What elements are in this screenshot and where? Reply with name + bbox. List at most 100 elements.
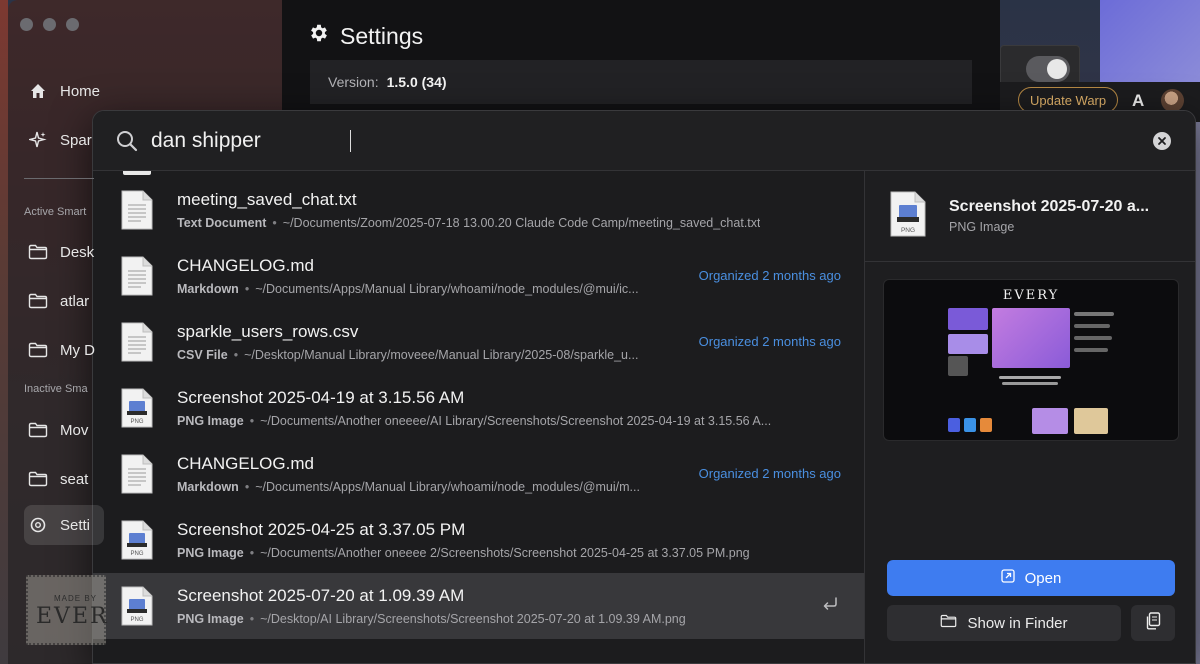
result-meta: CSV File • ~/Desktop/Manual Library/moveee… bbox=[177, 348, 638, 362]
result-meta: PNG Image • ~/Documents/Another oneeee 2/S… bbox=[177, 546, 750, 560]
svg-text:PNG: PNG bbox=[130, 617, 143, 623]
copy-file-button[interactable] bbox=[1131, 605, 1175, 641]
sidebar-section-active: Active Smart bbox=[24, 206, 87, 218]
svg-text:PNG: PNG bbox=[901, 227, 915, 234]
preview-thumbnail[interactable]: EVERY bbox=[883, 279, 1179, 441]
thumbnail-text bbox=[1074, 312, 1114, 316]
sidebar-item-folder[interactable]: Mov bbox=[28, 420, 88, 440]
result-path: ~/Documents/Apps/Manual Library/whoami/n… bbox=[255, 480, 640, 494]
show-in-finder-button[interactable]: Show in Finder bbox=[887, 605, 1121, 641]
thumbnail-card bbox=[948, 308, 988, 330]
separator-dot: • bbox=[249, 546, 255, 560]
list-item[interactable]: PNG Screenshot 2025-04-25 at 3.37.05 PM PN… bbox=[93, 507, 864, 573]
svg-text:PNG: PNG bbox=[130, 419, 143, 425]
result-name: CHANGELOG.md bbox=[177, 256, 314, 275]
clear-search-button[interactable] bbox=[1153, 132, 1171, 150]
settings-title: Settings bbox=[308, 22, 423, 50]
minimize-window-button[interactable] bbox=[43, 18, 56, 31]
separator-dot: • bbox=[233, 348, 239, 362]
result-type: Markdown bbox=[177, 282, 239, 296]
sparkle-icon bbox=[28, 130, 48, 150]
close-icon bbox=[1158, 137, 1166, 145]
sidebar-section-inactive: Inactive Sma bbox=[24, 383, 88, 395]
thumbnail-text bbox=[1074, 336, 1112, 340]
result-meta: Markdown • ~/Documents/Apps/Manual Library… bbox=[177, 480, 640, 494]
every-logo: EVER bbox=[36, 604, 109, 629]
sidebar-item-label: Home bbox=[60, 82, 101, 100]
list-item[interactable]: PNG Screenshot 2025-04-19 at 3.15.56 AM PN… bbox=[93, 375, 864, 441]
sidebar-item-label: Mov bbox=[60, 421, 89, 439]
search-icon bbox=[115, 129, 139, 153]
svg-text:PNG: PNG bbox=[130, 551, 143, 557]
zoom-window-button[interactable] bbox=[66, 18, 79, 31]
result-path: ~/Documents/Apps/Manual Library/whoami/n… bbox=[255, 282, 639, 296]
folder-icon bbox=[28, 340, 48, 360]
thumbnail-card bbox=[948, 418, 960, 432]
document-icon bbox=[121, 322, 153, 362]
sidebar-item-folder[interactable]: Desk bbox=[28, 242, 94, 262]
desktop-background bbox=[1100, 0, 1200, 82]
result-meta: PNG Image • ~/Desktop/AI Library/Screensho… bbox=[177, 612, 686, 626]
organized-tag: Organized 2 months ago bbox=[698, 466, 841, 481]
list-item[interactable]: sparkle_users_rows.csv CSV File • ~/Desktop… bbox=[93, 309, 864, 375]
result-path: ~/Documents/Another oneeee 2/Screenshots… bbox=[260, 546, 750, 560]
list-item[interactable]: CHANGELOG.md Markdown • ~/Documents/Apps/Ma… bbox=[93, 243, 864, 309]
list-item[interactable]: meeting_saved_chat.txt Text Document • ~/Do… bbox=[93, 177, 864, 243]
search-input[interactable] bbox=[151, 125, 1051, 157]
sidebar-item-label: My D bbox=[60, 341, 95, 359]
gear-icon bbox=[28, 515, 48, 535]
preview-subtitle: PNG Image bbox=[949, 220, 1015, 234]
organized-tag: Organized 2 months ago bbox=[698, 268, 841, 283]
folder-icon bbox=[28, 242, 48, 262]
result-meta: Markdown • ~/Documents/Apps/Manual Library… bbox=[177, 282, 639, 296]
separator-dot: • bbox=[249, 414, 255, 428]
return-key-icon bbox=[821, 595, 839, 613]
desktop-edge bbox=[0, 0, 8, 664]
result-meta: PNG Image • ~/Documents/Another oneeee/AI … bbox=[177, 414, 771, 428]
preview-divider bbox=[865, 261, 1195, 262]
sidebar-item-home[interactable]: Home bbox=[28, 81, 100, 101]
document-icon bbox=[123, 171, 151, 175]
window-controls[interactable] bbox=[20, 18, 79, 31]
sidebar-item-label: atlar bbox=[60, 292, 90, 310]
png-file-icon: PNG bbox=[121, 520, 153, 560]
result-path: ~/Desktop/AI Library/Screenshots/Screens… bbox=[260, 612, 686, 626]
thumbnail-card bbox=[1074, 408, 1108, 434]
result-name: Screenshot 2025-04-25 at 3.37.05 PM bbox=[177, 520, 466, 539]
list-item[interactable]: PNG Screenshot 2025-07-20 at 1.09.39 AM PN… bbox=[93, 573, 864, 639]
separator-dot: • bbox=[244, 480, 250, 494]
thumbnail-text bbox=[1002, 382, 1058, 385]
folder-icon bbox=[28, 420, 48, 440]
thumbnail-card bbox=[948, 356, 968, 376]
result-type: PNG Image bbox=[177, 546, 244, 560]
organized-tag: Organized 2 months ago bbox=[698, 334, 841, 349]
sidebar-item-sparkle[interactable]: Spar bbox=[28, 130, 92, 150]
results-list: meeting_saved_chat.txt Text Document • ~/Do… bbox=[93, 171, 865, 663]
list-item[interactable]: CHANGELOG.md Markdown • ~/Documents/Apps/Ma… bbox=[93, 441, 864, 507]
document-icon bbox=[121, 190, 153, 230]
sidebar-item-settings[interactable]: Setti bbox=[28, 515, 90, 535]
png-file-icon: PNG bbox=[121, 586, 153, 626]
close-window-button[interactable] bbox=[20, 18, 33, 31]
separator-dot: • bbox=[249, 612, 255, 626]
sidebar-item-folder[interactable]: My D bbox=[28, 340, 95, 360]
result-type: Text Document bbox=[177, 216, 267, 230]
sidebar-item-label: seat bbox=[60, 470, 89, 488]
folder-icon bbox=[28, 291, 48, 311]
result-type: PNG Image bbox=[177, 414, 244, 428]
settings-toggle[interactable] bbox=[1026, 56, 1070, 82]
thumbnail-card bbox=[964, 418, 976, 432]
thumbnail-text bbox=[1074, 348, 1108, 352]
result-type: CSV File bbox=[177, 348, 228, 362]
result-path: ~/Desktop/Manual Library/moveee/Manual L… bbox=[244, 348, 639, 362]
sidebar-item-folder[interactable]: seat bbox=[28, 469, 88, 489]
folder-icon bbox=[28, 469, 48, 489]
result-type: Markdown bbox=[177, 480, 239, 494]
open-button[interactable]: Open bbox=[887, 560, 1175, 596]
search-launcher: meeting_saved_chat.txt Text Document • ~/Do… bbox=[92, 110, 1196, 664]
sidebar-item-folder[interactable]: atlar bbox=[28, 291, 89, 311]
sidebar-item-label: Desk bbox=[60, 243, 95, 261]
text-caret bbox=[350, 130, 351, 152]
avatar[interactable] bbox=[1161, 89, 1184, 112]
result-name: sparkle_users_rows.csv bbox=[177, 322, 359, 341]
